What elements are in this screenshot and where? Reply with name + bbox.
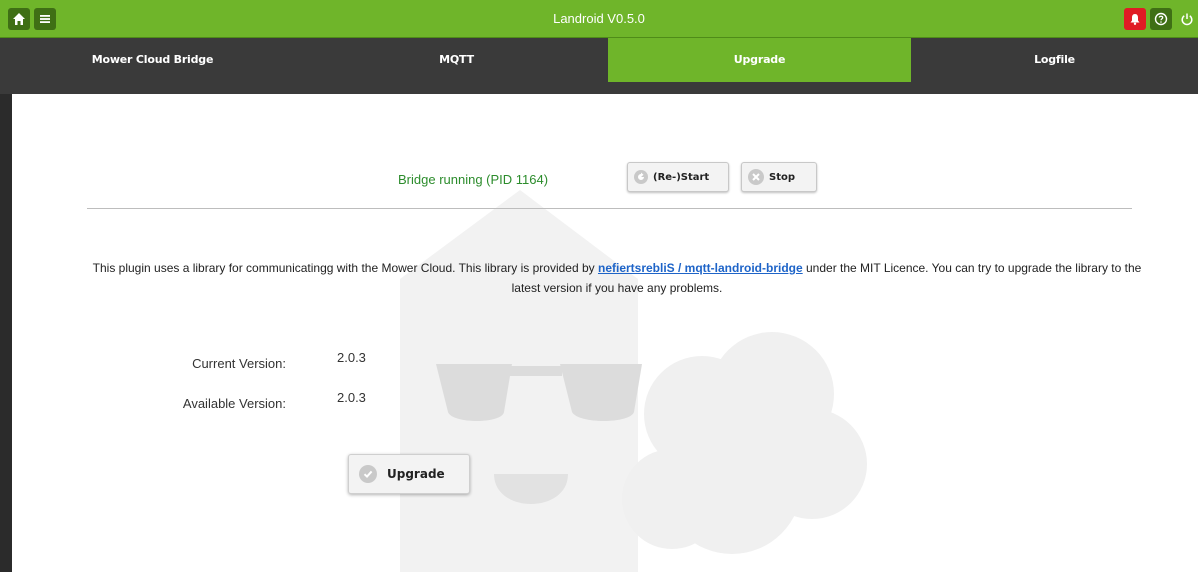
- stop-button-label: Stop: [769, 171, 796, 183]
- upgrade-button-label: Upgrade: [387, 467, 445, 481]
- bell-icon: [1130, 14, 1140, 25]
- upgrade-panel: Bridge running (PID 1164) (Re-)Start Sto…: [12, 94, 1198, 572]
- tab-upgrade[interactable]: Upgrade: [608, 38, 911, 82]
- library-link[interactable]: nefiertsrebliS / mqtt-landroid-bridge: [598, 261, 803, 275]
- upgrade-button[interactable]: Upgrade: [348, 454, 470, 494]
- check-icon: [359, 465, 377, 483]
- available-version-label: Available Version:: [182, 396, 286, 411]
- tab-mqtt[interactable]: MQTT: [305, 38, 608, 82]
- app-title: Landroid V0.5.0: [553, 11, 645, 26]
- help-icon: [1154, 12, 1168, 26]
- available-version-value: 2.0.3: [337, 390, 366, 405]
- current-version-label: Current Version:: [192, 356, 286, 371]
- tab-logfile[interactable]: Logfile: [911, 38, 1198, 82]
- app-header: Landroid V0.5.0: [0, 0, 1198, 38]
- description-text-before: This plugin uses a library for communica…: [92, 261, 598, 275]
- tab-mower-cloud-bridge[interactable]: Mower Cloud Bridge: [0, 38, 305, 82]
- refresh-icon: [634, 170, 648, 184]
- watermark-logo-icon: [400, 190, 867, 572]
- restart-button-label: (Re-)Start: [653, 171, 710, 183]
- restart-button[interactable]: (Re-)Start: [627, 162, 729, 192]
- stop-button[interactable]: Stop: [741, 162, 817, 192]
- bridge-status: Bridge running (PID 1164): [398, 172, 549, 187]
- section-divider: [87, 208, 1132, 209]
- current-version-value: 2.0.3: [337, 350, 366, 365]
- close-icon: [748, 169, 764, 185]
- tab-underline: [0, 82, 1198, 94]
- tab-bar: Mower Cloud Bridge MQTT Upgrade Logfile: [0, 38, 1198, 82]
- power-button[interactable]: [1176, 8, 1198, 30]
- power-icon: [1181, 13, 1193, 26]
- help-button[interactable]: [1150, 8, 1172, 30]
- plugin-description: This plugin uses a library for communica…: [87, 258, 1147, 298]
- notifications-button[interactable]: [1124, 8, 1146, 30]
